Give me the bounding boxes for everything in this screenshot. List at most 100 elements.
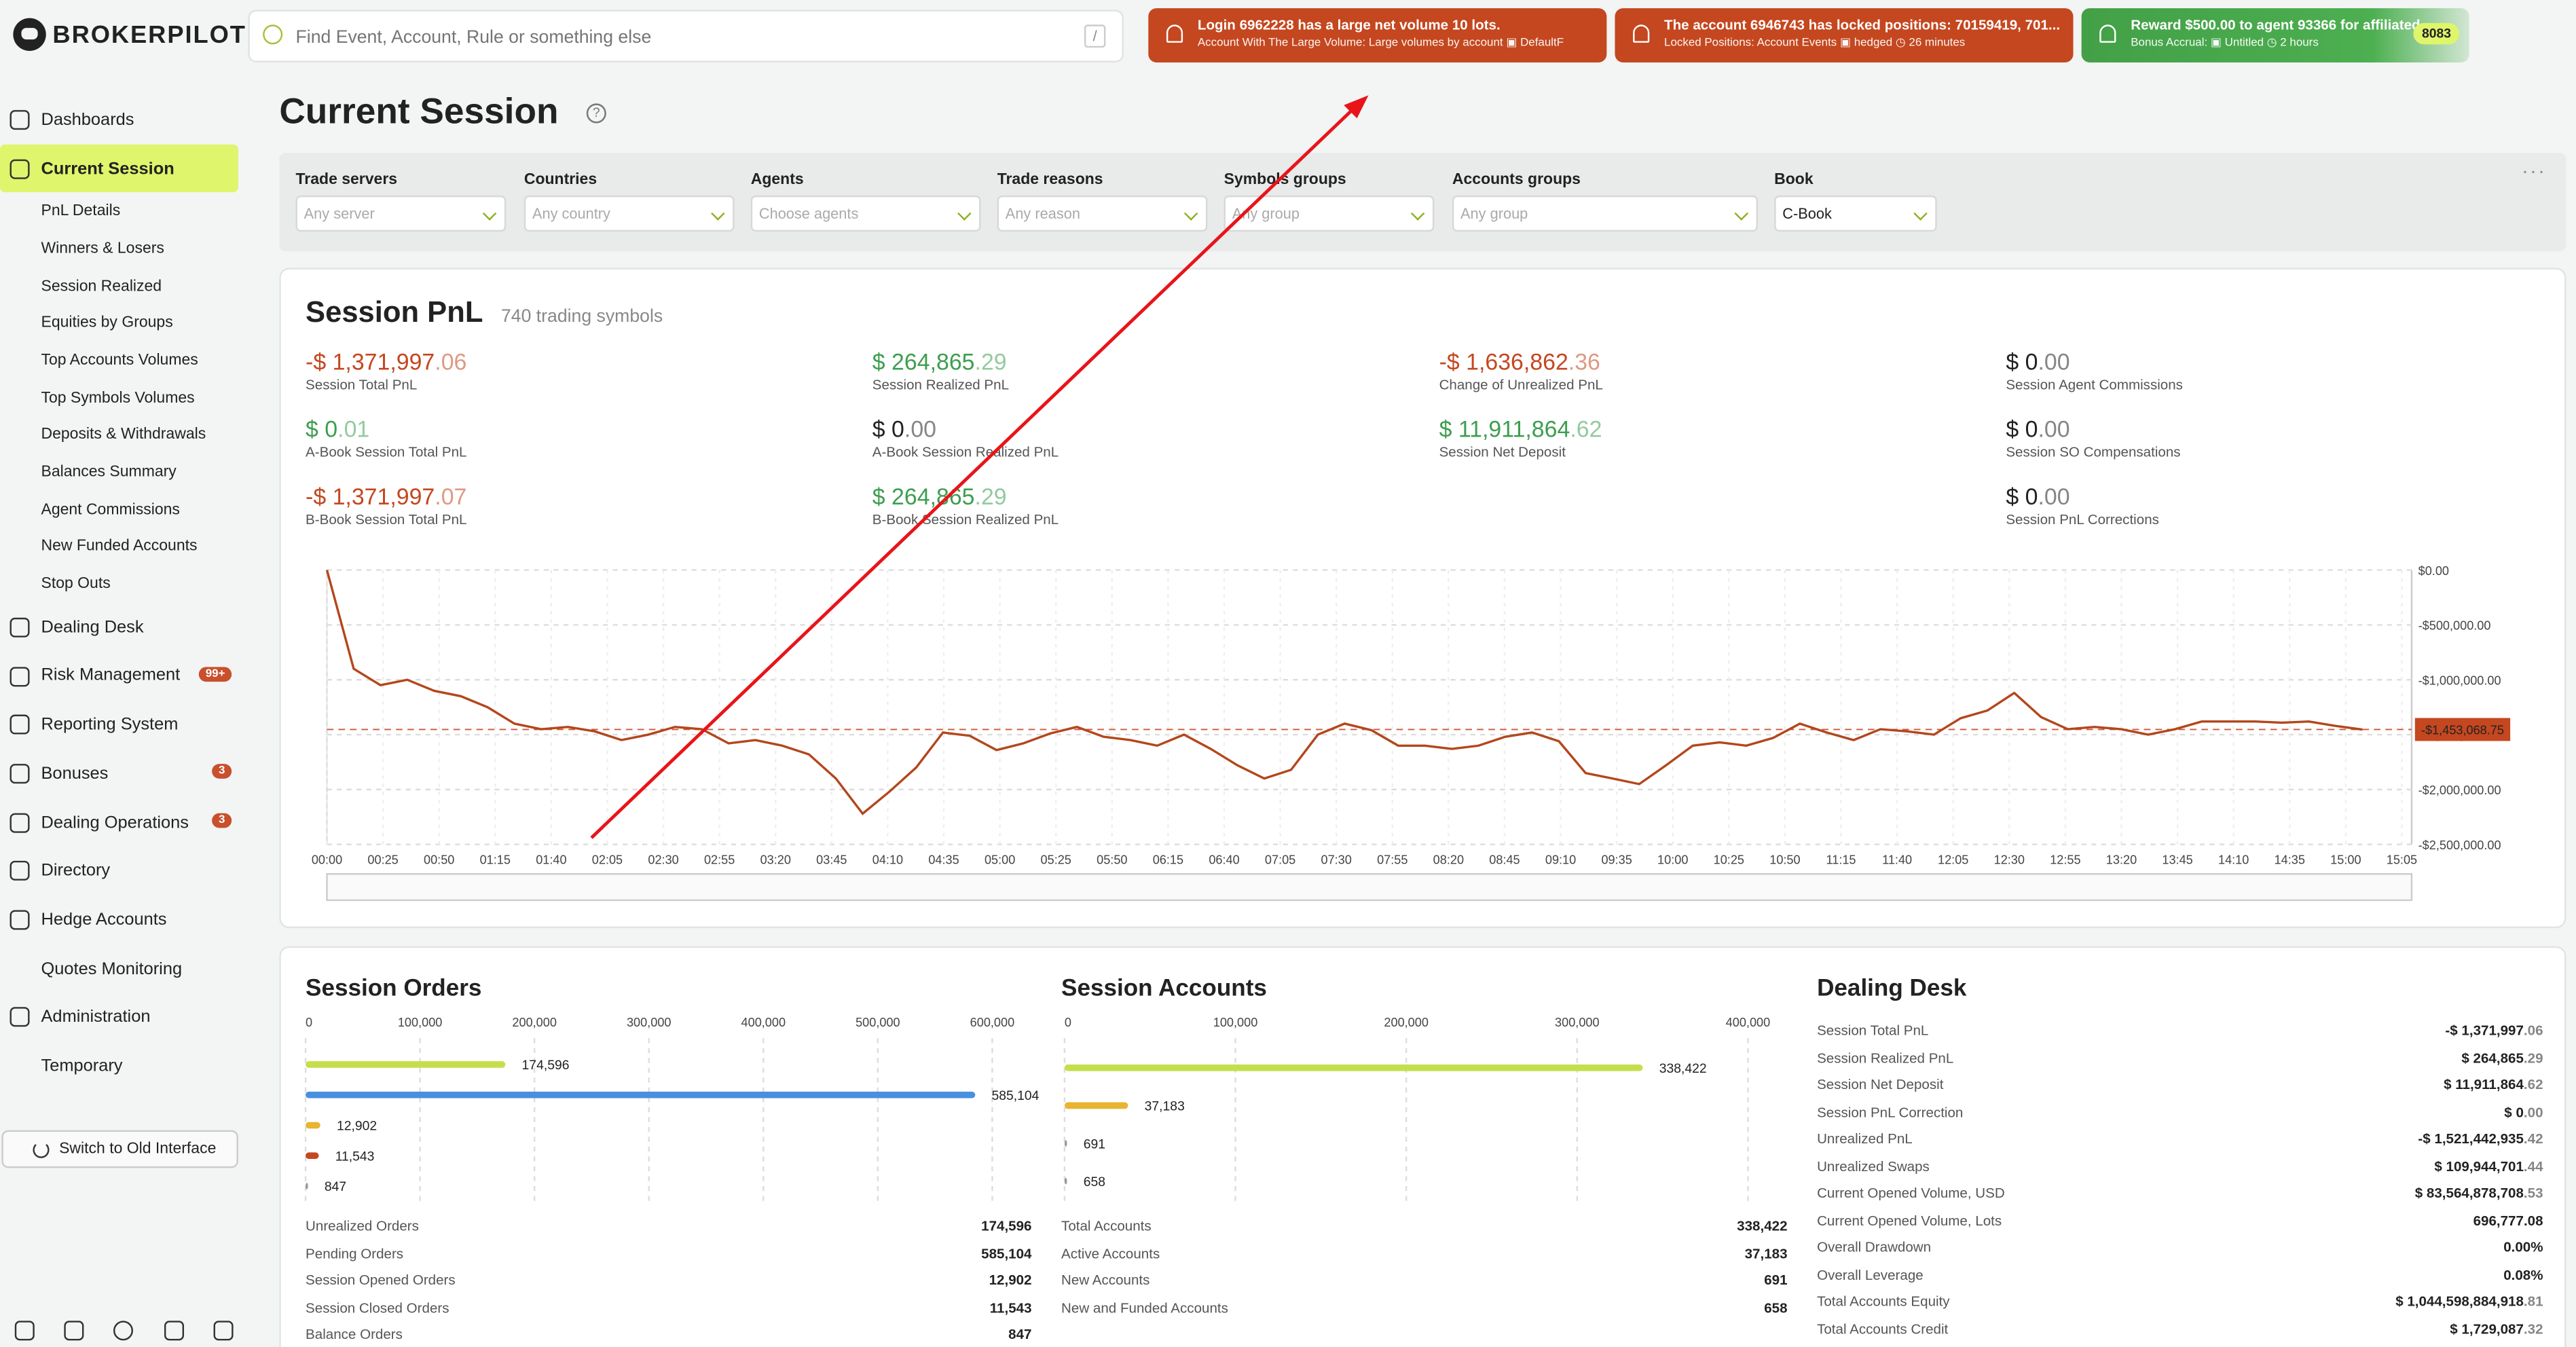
dealing-desk-row-value: $ 109,944,701.44	[2434, 1158, 2543, 1174]
metric-value: -$ 1,636,862.36	[1439, 348, 1603, 375]
sidebar-item-hedge-accounts[interactable]: Hedge Accounts	[0, 896, 248, 944]
sidebar-subitem-pnl-details[interactable]: PnL Details	[0, 193, 248, 230]
pnl-series-line[interactable]	[325, 570, 2363, 815]
sidebar-item-dealing-desk[interactable]: Dealing Desk	[0, 603, 248, 652]
clock-icon: ◷	[2264, 37, 2281, 50]
dealing-desk-row-value: $ 0.00	[2504, 1103, 2543, 1120]
x-tick-label: 01:15	[480, 853, 511, 867]
bar[interactable]	[306, 1122, 320, 1129]
accounts-groups-select[interactable]: Any group	[1452, 195, 1758, 232]
sidebar-subitem-agent-commissions[interactable]: Agent Commissions	[0, 491, 248, 528]
bar[interactable]	[1064, 1140, 1067, 1147]
dealing-desk-row-label: Unrealized Swaps	[1817, 1157, 1930, 1174]
summary-row-value: 658	[1764, 1299, 1788, 1316]
bell-icon	[2099, 24, 2116, 43]
search-input[interactable]	[295, 22, 1068, 52]
x-tick-label: 02:30	[648, 853, 678, 867]
bar-value-label: 37,183	[1145, 1099, 1185, 1114]
search-bar[interactable]: /	[248, 10, 1124, 62]
chart-range-scrollbar[interactable]	[326, 873, 2413, 902]
sidebar-item-dealing-operations[interactable]: Dealing Operations 3	[0, 798, 248, 847]
bar[interactable]	[1064, 1064, 1643, 1071]
dealing-desk-row: Overall Leverage 0.08%	[1817, 1266, 2543, 1285]
sidebar-item-dashboards[interactable]: Dashboards	[0, 95, 248, 144]
value-main: 0.00%	[2503, 1238, 2543, 1255]
sidebar-subitem-session-realized[interactable]: Session Realized	[0, 267, 248, 305]
summary-row-value: 174,596	[981, 1217, 1032, 1234]
sidebar-subitem-equities-by-groups[interactable]: Equities by Groups	[0, 305, 248, 342]
summary-row: New and Funded Accounts 658	[1061, 1299, 1787, 1318]
sidebar-item-bonuses[interactable]: Bonuses 3	[0, 749, 248, 798]
bar[interactable]	[1064, 1102, 1128, 1109]
logout-icon[interactable]	[213, 1321, 234, 1341]
metric-label: Session Agent Commissions	[2006, 376, 2183, 393]
session-pnl-chart[interactable]: $0.00-$500,000.00-$1,000,000.00-$1,500,0…	[281, 270, 2568, 930]
sidebar-subitem-deposits-withdrawals[interactable]: Deposits & Withdrawals	[0, 416, 248, 454]
sidebar-item-quotes-monitoring[interactable]: Quotes Monitoring	[0, 944, 248, 993]
bar-value-label: 847	[325, 1179, 346, 1194]
sidebar-subitem-stop-outs[interactable]: Stop Outs	[0, 566, 248, 603]
notification-toast[interactable]: The account 6946743 has locked positions…	[1615, 8, 2074, 62]
symbols-groups-select[interactable]: Any group	[1223, 195, 1435, 232]
trade-servers-select[interactable]: Any server	[295, 195, 507, 232]
bar-axis-label: 300,000	[627, 1016, 671, 1029]
countries-select[interactable]: Any country	[523, 195, 735, 232]
sidebar-item-directory[interactable]: Directory	[0, 847, 248, 896]
sidebar-subitem-top-accounts-volumes[interactable]: Top Accounts Volumes	[0, 342, 248, 380]
agents-select[interactable]: Choose agents	[750, 195, 981, 232]
trade-reasons-select[interactable]: Any reason	[997, 195, 1208, 232]
help-icon[interactable]: ?	[586, 103, 606, 124]
satellite-icon[interactable]	[164, 1321, 184, 1341]
metric-label: B-Book Session Realized PnL	[872, 511, 1059, 528]
more-options-icon[interactable]: ···	[2522, 160, 2546, 183]
sidebar-item-risk-management[interactable]: Risk Management 99+	[0, 652, 248, 701]
bar[interactable]	[1064, 1177, 1067, 1185]
metric-cents: .01	[337, 416, 370, 442]
bar[interactable]	[306, 1152, 319, 1160]
summary-row-label: Total Accounts	[1061, 1217, 1152, 1234]
x-tick-label: 12:55	[2050, 853, 2080, 867]
dealing-desk-row-label: Session Net Deposit	[1817, 1075, 1944, 1093]
sidebar-item-administration[interactable]: Administration	[0, 993, 248, 1041]
metric-change-of-unrealized-pnl: -$ 1,636,862.36 Change of Unrealized PnL	[1439, 348, 1603, 392]
sidebar-subitem-top-symbols-volumes[interactable]: Top Symbols Volumes	[0, 379, 248, 416]
settings-icon[interactable]	[15, 1321, 35, 1341]
x-tick-label: 03:45	[816, 853, 847, 867]
sidebar-subitem-new-funded-accounts[interactable]: New Funded Accounts	[0, 528, 248, 566]
sidebar-subitem-winners-losers[interactable]: Winners & Losers	[0, 230, 248, 267]
notification-detail: Locked Positions: Account Events ▣ hedge…	[1664, 36, 2060, 50]
metric-cents: .62	[1570, 416, 1602, 442]
tag-icon: ▣	[1837, 37, 1854, 50]
notification-toast[interactable]: Reward $500.00 to agent 93366 for affili…	[2081, 8, 2469, 62]
metric-label: Change of Unrealized PnL	[1439, 376, 1603, 393]
value-cents: .53	[2523, 1184, 2543, 1201]
metric-session-agent-commissions: $ 0.00 Session Agent Commissions	[2006, 348, 2183, 392]
switch-to-old-interface-button[interactable]: Switch to Old Interface	[1, 1130, 238, 1168]
value-cents: .62	[2523, 1075, 2543, 1093]
session-pnl-card: Session PnL 740 trading symbols $0.00 -$5…	[279, 267, 2568, 930]
notification-count-badge[interactable]: 8083	[2413, 22, 2460, 45]
sidebar-item-reporting-system[interactable]: Reporting System	[0, 701, 248, 750]
bar[interactable]	[306, 1091, 976, 1099]
metric-value: $ 264,865.29	[872, 348, 1009, 375]
notification-time: 26 minutes	[1909, 37, 1966, 50]
metric-label: A-Book Session Realized PnL	[872, 443, 1059, 460]
sidebar-item-current-session[interactable]: Current Session	[0, 144, 238, 193]
sidebar-subitem-balances-summary[interactable]: Balances Summary	[0, 454, 248, 491]
book-select[interactable]: C-Book	[1774, 195, 1937, 232]
moon-icon[interactable]	[114, 1321, 134, 1341]
notification-toast[interactable]: Login 6962228 has a large net volume 10 …	[1148, 8, 1607, 62]
metric-value: $ 0.00	[872, 416, 1059, 442]
count-badge: 99+	[199, 666, 232, 682]
x-tick-label: 10:00	[1657, 853, 1688, 867]
sidebar-item-temporary[interactable]: Temporary	[0, 1041, 248, 1090]
keyboard-icon[interactable]	[65, 1321, 85, 1341]
value-main: $ 1,044,598,884,918	[2395, 1293, 2524, 1310]
notification-tag: Untitled	[2224, 37, 2264, 50]
logo[interactable]: BROKERPILOT	[13, 18, 246, 52]
metric-label: Session Realized PnL	[872, 376, 1010, 393]
bar[interactable]	[306, 1183, 308, 1189]
bar[interactable]	[306, 1061, 506, 1068]
metric-value: $ 0.00	[2006, 348, 2183, 375]
dashboard-icon	[10, 110, 30, 130]
